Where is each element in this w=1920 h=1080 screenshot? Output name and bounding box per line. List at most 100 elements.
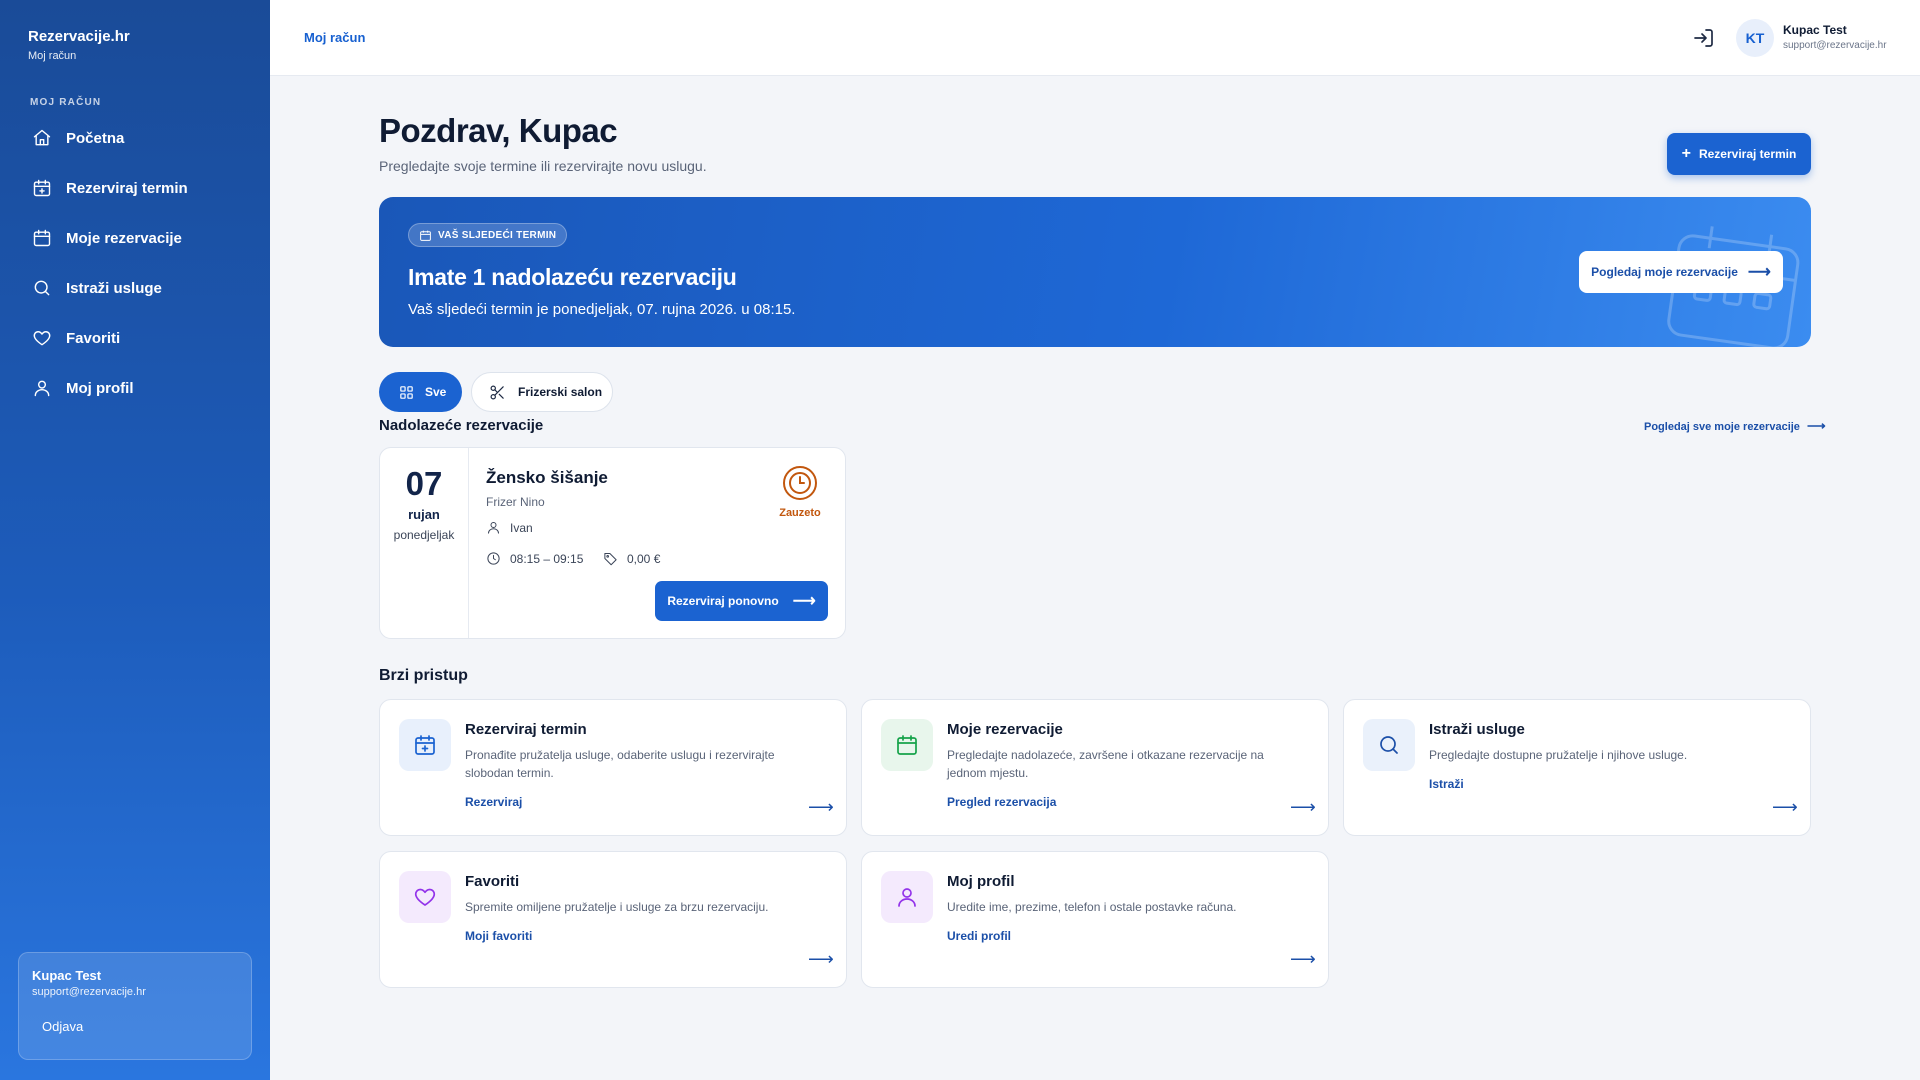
quick-access-desc: Uredite ime, prezime, telefon i ostale p… (947, 900, 1237, 914)
quick-access-book[interactable]: Rezerviraj termin Pronađite pružatelja u… (379, 699, 847, 836)
tag-icon (604, 553, 617, 566)
view-reservations-label: Pogledaj moje rezervacije (1591, 265, 1738, 279)
reservation-month: rujan (408, 507, 440, 522)
quick-access-desc: Pregledajte nadolazeće, završene i otkaz… (947, 748, 1264, 780)
sidebar-item-label: Početna (66, 129, 125, 147)
next-appointment-banner: VAŠ SLJEDEĆI TERMIN Imate 1 nadolazeću r… (379, 197, 1811, 347)
banner-title: Imate 1 nadolazeću rezervaciju (408, 264, 737, 290)
view-all-label: Pogledaj sve moje rezervacije (1644, 421, 1800, 433)
rebook-button[interactable]: Rezerviraj ponovno ⟶ (655, 581, 828, 621)
quick-access-icon (881, 719, 933, 771)
quick-access-link[interactable]: Rezerviraj (465, 795, 522, 809)
upcoming-section-title: Nadolazeće rezervacije (379, 417, 544, 434)
search-icon (34, 280, 50, 296)
arrow-right-icon: ⟶ (1290, 949, 1316, 969)
sidebar-item-book[interactable]: Rezerviraj termin (18, 166, 252, 210)
reservation-card: 07 rujan ponedjeljak Žensko šišanje Friz… (379, 447, 846, 639)
filter-chip-all[interactable]: Sve (379, 372, 462, 412)
calendar-plus-icon (415, 735, 435, 755)
sidebar-item-home[interactable]: Početna (18, 116, 252, 160)
quick-access-icon (399, 719, 451, 771)
arrow-right-icon: ⟶ (1747, 264, 1771, 281)
sidebar: Rezervacije.hr Moj račun MOJ RAČUN Počet… (0, 0, 270, 1080)
quick-access-desc: Spremite omiljene pružatelje i usluge za… (465, 900, 769, 914)
quick-access-link[interactable]: Pregled rezervacija (947, 795, 1056, 809)
grid-icon (400, 385, 413, 399)
scissors-icon (490, 385, 504, 399)
clock-icon (783, 466, 817, 500)
sidebar-item-label: Moj profil (66, 379, 134, 397)
quick-access-title: Moje rezervacije (947, 721, 1063, 738)
quick-access-desc: Pregledajte dostupne pružatelje i njihov… (1429, 748, 1688, 762)
quick-access-link[interactable]: Istraži (1429, 777, 1464, 791)
arrow-right-icon: ⟶ (808, 949, 834, 969)
reservation-status: Zauzeto (770, 465, 830, 519)
calendar-icon (420, 230, 431, 241)
reservation-date: 07 rujan ponedjeljak (380, 448, 469, 638)
banner-text: Vaš sljedeći termin je ponedjeljak, 07. … (408, 301, 796, 318)
sidebar-nav: Početna Rezerviraj termin Moje rezervaci… (18, 116, 252, 416)
breadcrumb[interactable]: Moj račun (304, 30, 365, 45)
quick-access-icon (1363, 719, 1415, 771)
reservation-day: 07 (405, 465, 443, 502)
logout-icon[interactable] (1692, 26, 1716, 50)
user-icon (898, 888, 916, 907)
sidebar-item-reservations[interactable]: Moje rezervacije (18, 216, 252, 260)
book-appointment-label: Rezerviraj termin (1698, 147, 1797, 161)
header-user-name: Kupac Test (1783, 23, 1847, 37)
search-icon (1380, 736, 1398, 754)
reservation-time: 08:15 – 09:15 (486, 551, 583, 566)
reservation-price: 0,00 € (603, 551, 660, 566)
user-name: Kupac Test (32, 968, 102, 983)
quick-access-link[interactable]: Uredi profil (947, 929, 1011, 943)
quick-access-title: Brzi pristup (379, 667, 468, 684)
arrow-right-icon: ⟶ (1772, 797, 1798, 817)
quick-access-link[interactable]: Moji favoriti (465, 929, 532, 943)
sidebar-item-profile[interactable]: Moj profil (18, 366, 252, 410)
quick-access-title: Favoriti (465, 873, 520, 890)
calendar-plus-icon (33, 179, 51, 197)
sidebar-item-label: Rezerviraj termin (66, 179, 188, 197)
sidebar-item-label: Istraži usluge (66, 279, 162, 297)
quick-access-desc: Pronađite pružatelja usluge, odaberite u… (465, 748, 775, 780)
sidebar-item-favorites[interactable]: Favoriti (18, 316, 252, 360)
heart-icon (33, 331, 51, 346)
top-header: Moj račun KT Kupac Test support@rezervac… (270, 0, 1920, 76)
arrow-right-icon: ⟶ (1290, 797, 1316, 817)
reservation-weekday: ponedjeljak (393, 528, 455, 542)
view-reservations-button[interactable]: Pogledaj moje rezervacije ⟶ (1579, 251, 1783, 293)
filter-chip-label: Sve (425, 385, 447, 399)
page-title: Pozdrav, Kupac (379, 112, 618, 149)
filter-chip-hair-salon[interactable]: Frizerski salon (471, 372, 613, 412)
plus-icon: + (1681, 145, 1691, 162)
heart-icon (414, 888, 436, 906)
home-icon (33, 129, 51, 146)
quick-access-reservations[interactable]: Moje rezervacije Pregledajte nadolazeće,… (861, 699, 1329, 836)
quick-access-explore[interactable]: Istraži usluge Pregledajte dostupne pruž… (1343, 699, 1811, 836)
avatar[interactable]: KT (1736, 19, 1774, 57)
view-all-reservations-link[interactable]: Pogledaj sve moje rezervacije ⟶ (1644, 418, 1826, 434)
header-user-email: support@rezervacije.hr (1783, 40, 1887, 51)
logout-button[interactable]: Odjava (42, 1019, 83, 1034)
status-badge: Zauzeto (779, 507, 821, 519)
sidebar-item-label: Moje rezervacije (66, 229, 182, 247)
sidebar-item-label: Favoriti (66, 329, 121, 347)
arrow-right-icon: ⟶ (808, 797, 834, 817)
page-subtitle: Pregledajte svoje termine ili rezerviraj… (379, 158, 707, 174)
badge-label: VAŠ SLJEDEĆI TERMIN (438, 229, 557, 241)
reservation-service: Žensko šišanje (486, 468, 608, 487)
next-appointment-badge: VAŠ SLJEDEĆI TERMIN (408, 223, 568, 247)
brand-subtitle: Moj račun (28, 50, 77, 62)
user-email: support@rezervacije.hr (32, 986, 146, 998)
quick-access-profile[interactable]: Moj profil Uredite ime, prezime, telefon… (861, 851, 1329, 988)
reservation-employee: Ivan (486, 520, 533, 535)
calendar-icon (897, 735, 917, 755)
brand[interactable]: Rezervacije.hr Moj račun (28, 28, 130, 62)
sidebar-user-card: Kupac Test support@rezervacije.hr Odjava (18, 952, 252, 1060)
filter-chip-label: Frizerski salon (518, 385, 603, 399)
quick-access-title: Rezerviraj termin (465, 721, 587, 738)
calendar-icon (33, 229, 51, 247)
sidebar-item-explore[interactable]: Istraži usluge (18, 266, 252, 310)
quick-access-favorites[interactable]: Favoriti Spremite omiljene pružatelje i … (379, 851, 847, 988)
book-appointment-button[interactable]: + Rezerviraj termin (1667, 133, 1811, 175)
